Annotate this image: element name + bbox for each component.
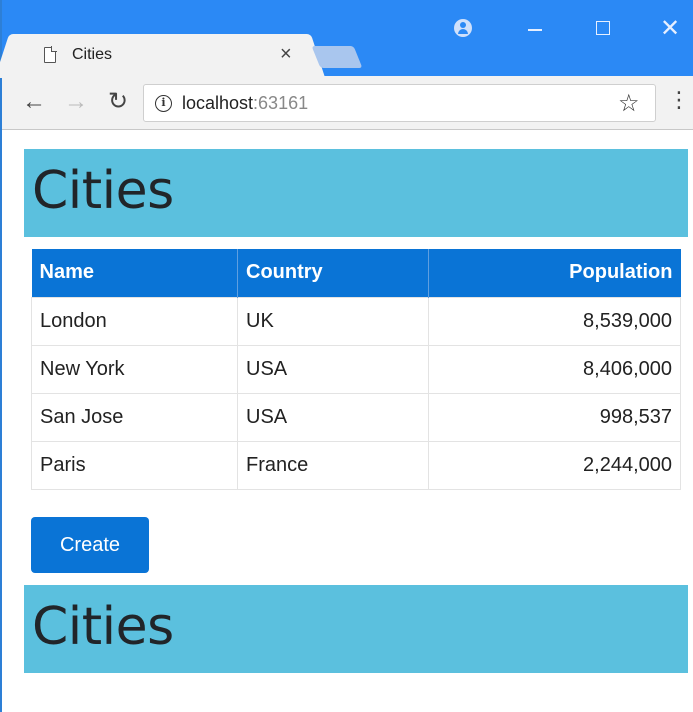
url-host: localhost xyxy=(182,93,254,113)
city-name: Paris xyxy=(31,440,238,490)
tab-close-icon[interactable]: × xyxy=(280,43,292,65)
browser-window: Cities × ✕ ← → ↻ i localhost:63161 ☆ ⋮ C… xyxy=(0,0,693,712)
city-name: San Jose xyxy=(31,392,238,442)
city-name: New York xyxy=(31,344,238,394)
city-country: UK xyxy=(237,296,429,346)
city-population: 8,539,000 xyxy=(428,296,681,346)
city-country: France xyxy=(237,440,429,490)
column-header-population: Population xyxy=(428,249,681,297)
table-row: Paris France 2,244,000 xyxy=(31,440,681,490)
heading-banner: Cities xyxy=(24,149,688,237)
menu-icon[interactable]: ⋮ xyxy=(668,88,690,112)
back-icon[interactable]: ← xyxy=(22,90,46,114)
footer-title: Cities xyxy=(32,597,174,657)
column-header-name: Name xyxy=(31,249,238,297)
city-country: USA xyxy=(237,344,429,394)
table-row: London UK 8,539,000 xyxy=(31,296,681,346)
tab-cities[interactable]: Cities × xyxy=(12,34,308,78)
table-row: New York USA 8,406,000 xyxy=(31,344,681,394)
table-row: San Jose USA 998,537 xyxy=(31,392,681,442)
city-population: 2,244,000 xyxy=(428,440,681,490)
url-text: localhost:63161 xyxy=(182,93,308,114)
forward-icon[interactable]: → xyxy=(64,90,88,114)
create-button[interactable]: Create xyxy=(31,517,149,573)
address-bar[interactable]: i localhost:63161 ☆ xyxy=(143,84,656,122)
minimize-icon[interactable] xyxy=(528,29,542,31)
cities-table: Name Country Population London UK 8,539,… xyxy=(31,249,681,490)
city-population: 8,406,000 xyxy=(428,344,681,394)
browser-toolbar: ← → ↻ i localhost:63161 ☆ ⋮ xyxy=(2,76,693,130)
tab-title: Cities xyxy=(72,46,113,63)
city-population: 998,537 xyxy=(428,392,681,442)
page-content: Cities Name Country Population London UK… xyxy=(2,131,693,712)
new-tab-button[interactable] xyxy=(311,46,363,68)
bookmark-star-icon[interactable]: ☆ xyxy=(618,89,640,118)
reload-icon[interactable]: ↻ xyxy=(108,90,128,114)
footer-banner: Cities xyxy=(24,585,688,673)
page-icon xyxy=(44,47,56,63)
city-country: USA xyxy=(237,392,429,442)
maximize-icon[interactable] xyxy=(596,21,610,35)
table-header-row: Name Country Population xyxy=(31,249,681,297)
column-header-country: Country xyxy=(237,249,429,297)
url-port: :63161 xyxy=(253,93,309,113)
title-bar: Cities × ✕ xyxy=(2,0,693,78)
city-name: London xyxy=(31,296,238,346)
page-title: Cities xyxy=(32,161,174,221)
close-window-icon[interactable]: ✕ xyxy=(660,14,680,43)
profile-icon[interactable] xyxy=(454,19,472,37)
info-icon[interactable]: i xyxy=(155,95,172,112)
